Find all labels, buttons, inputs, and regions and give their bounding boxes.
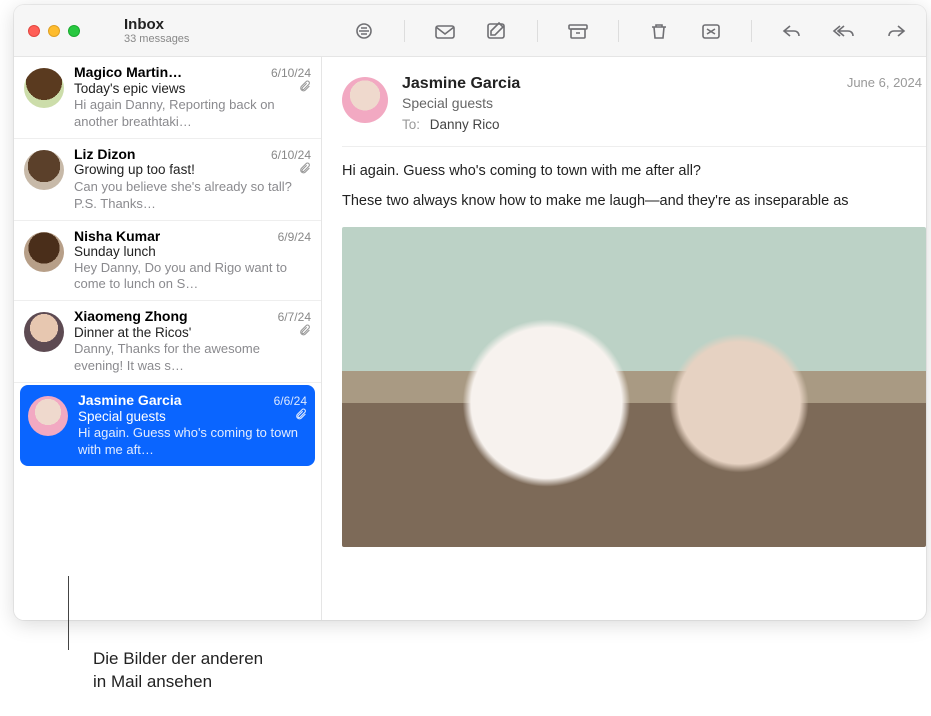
body-paragraph: These two always know how to make me lau… — [342, 193, 908, 209]
forward-button[interactable] — [884, 21, 908, 41]
reader-header: Jasmine Garcia Special guests To: Danny … — [342, 75, 926, 147]
message-preview: Hey Danny, Do you and Rigo want to come … — [74, 260, 311, 294]
reply-button[interactable] — [780, 21, 804, 41]
message-subject: Special guests — [78, 409, 166, 424]
reader-from: Jasmine Garcia — [402, 75, 833, 93]
message-item[interactable]: Liz Dizon 6/10/24 Growing up too fast! Can … — [14, 139, 321, 221]
callout-leader-line — [68, 576, 69, 650]
toolbar-separator — [404, 20, 405, 42]
main-split: Magico Martin…6/10/24Today's epic viewsH… — [14, 57, 926, 620]
toolbar-separator — [618, 20, 619, 42]
junk-button[interactable] — [699, 21, 723, 41]
attachment-icon — [298, 162, 311, 178]
sender-name: Magico Martin… — [74, 64, 182, 80]
toolbar-separator — [537, 20, 538, 42]
reader-meta: Jasmine Garcia Special guests To: Danny … — [402, 75, 833, 132]
window-controls — [14, 25, 124, 37]
message-item[interactable]: Magico Martin… 6/10/24 Today's epic viewsH… — [14, 57, 321, 139]
close-window-button[interactable] — [28, 25, 40, 37]
reader-pane: Jasmine Garcia Special guests To: Danny … — [322, 57, 926, 620]
message-date: 6/9/24 — [278, 230, 311, 244]
message-list[interactable]: Magico Martin…6/10/24Today's epic viewsH… — [14, 57, 322, 620]
callout-text: Die Bilder der anderen in Mail ansehen — [93, 648, 263, 694]
reader-to-line: To: Danny Rico — [402, 117, 833, 132]
mailbox-title: Inbox — [124, 16, 189, 33]
message-preview: Danny, Thanks for the awesome evening! I… — [74, 341, 311, 375]
message-body: Nisha Kumar 6/9/24 Sunday lunchHey Danny, … — [74, 228, 311, 294]
sender-avatar — [28, 396, 68, 436]
message-item[interactable]: Nisha Kumar 6/9/24 Sunday lunchHey Danny, … — [14, 221, 321, 302]
message-subject: Today's epic views — [74, 81, 185, 96]
message-preview: Can you believe she's already so tall? P… — [74, 179, 311, 213]
reader-subject: Special guests — [402, 95, 833, 111]
mailbox-label: Inbox 33 messages — [124, 16, 189, 46]
attachment-image[interactable] — [342, 227, 926, 547]
message-subject: Sunday lunch — [74, 244, 156, 259]
message-count: 33 messages — [124, 33, 189, 46]
message-date: 6/10/24 — [271, 66, 311, 80]
sender-name: Xiaomeng Zhong — [74, 308, 188, 324]
attachment-icon — [298, 324, 311, 340]
callout-line2: in Mail ansehen — [93, 671, 263, 694]
attachment-icon — [294, 408, 307, 424]
toolbar-separator — [751, 20, 752, 42]
sender-avatar — [24, 232, 64, 272]
sender-avatar — [342, 77, 388, 123]
zoom-window-button[interactable] — [68, 25, 80, 37]
message-item[interactable]: Xiaomeng Zhong 6/7/24 Dinner at the Ricos'… — [14, 301, 321, 383]
filter-button[interactable] — [352, 21, 376, 41]
attachment-icon — [298, 80, 311, 96]
get-mail-button[interactable] — [433, 21, 457, 41]
message-body: Xiaomeng Zhong 6/7/24 Dinner at the Ricos'… — [74, 308, 311, 375]
message-date: 6/7/24 — [278, 310, 311, 324]
sender-avatar — [24, 68, 64, 108]
message-subject: Dinner at the Ricos' — [74, 325, 191, 340]
message-body: Magico Martin… 6/10/24 Today's epic viewsH… — [74, 64, 311, 131]
message-preview: Hi again. Guess who's coming to town wit… — [78, 425, 307, 459]
to-value: Danny Rico — [430, 117, 500, 132]
message-preview: Hi again Danny, Reporting back on anothe… — [74, 97, 311, 131]
reply-all-button[interactable] — [832, 21, 856, 41]
compose-button[interactable] — [485, 21, 509, 41]
sender-avatar — [24, 150, 64, 190]
message-body: Liz Dizon 6/10/24 Growing up too fast! Can … — [74, 146, 311, 213]
archive-button[interactable] — [566, 21, 590, 41]
sender-avatar — [24, 312, 64, 352]
minimize-window-button[interactable] — [48, 25, 60, 37]
delete-button[interactable] — [647, 21, 671, 41]
callout-line1: Die Bilder der anderen — [93, 648, 263, 671]
message-body: Jasmine Garcia 6/6/24 Special guestsHi aga… — [78, 392, 307, 459]
titlebar: Inbox 33 messages — [14, 5, 926, 57]
body-paragraph: Hi again. Guess who's coming to town wit… — [342, 163, 908, 179]
reader-body: Hi again. Guess who's coming to town wit… — [342, 147, 926, 223]
mail-window: Inbox 33 messages — [14, 5, 926, 620]
sender-name: Jasmine Garcia — [78, 392, 182, 408]
toolbar — [352, 20, 926, 42]
reader-date: June 6, 2024 — [847, 75, 926, 132]
message-item[interactable]: Jasmine Garcia 6/6/24 Special guestsHi aga… — [20, 385, 315, 466]
to-label: To: — [402, 117, 420, 132]
sender-name: Liz Dizon — [74, 146, 135, 162]
message-date: 6/10/24 — [271, 148, 311, 162]
sender-name: Nisha Kumar — [74, 228, 160, 244]
message-date: 6/6/24 — [274, 394, 307, 408]
message-subject: Growing up too fast! — [74, 162, 195, 177]
